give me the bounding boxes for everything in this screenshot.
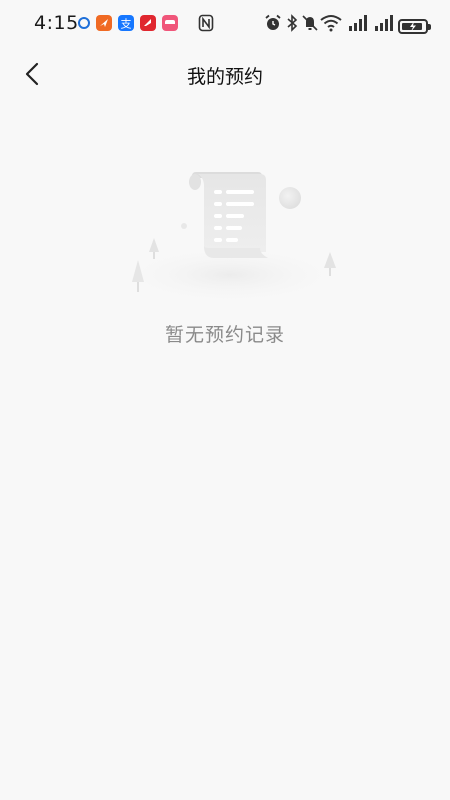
signal-strength-icon-sim2 — [374, 14, 394, 36]
location-app-icon — [78, 17, 90, 29]
wifi-icon — [320, 14, 342, 36]
header-bar: 我的预约 — [0, 46, 450, 102]
status-bar: 4:15 支 — [0, 0, 450, 46]
signal-strength-icon — [348, 14, 368, 36]
alarm-icon — [264, 14, 282, 36]
nfc-icon — [198, 14, 214, 36]
svg-text:支: 支 — [121, 18, 132, 31]
battery-icon — [398, 19, 428, 34]
status-time: 4:15 — [34, 12, 79, 34]
appointments-screen: 4:15 支 我的预约 暂无预约记录 — [0, 0, 450, 800]
red-app-icon — [140, 15, 156, 31]
mute-icon — [302, 14, 318, 36]
battery-tip — [428, 24, 431, 30]
empty-document-illustration — [110, 160, 350, 305]
bluetooth-icon — [286, 14, 298, 36]
pink-app-icon — [162, 15, 178, 31]
send-app-icon — [96, 15, 112, 31]
page-title: 我的预约 — [186, 66, 263, 88]
empty-state-message: 暂无预约记录 — [164, 324, 285, 346]
alipay-icon: 支 — [118, 15, 134, 31]
